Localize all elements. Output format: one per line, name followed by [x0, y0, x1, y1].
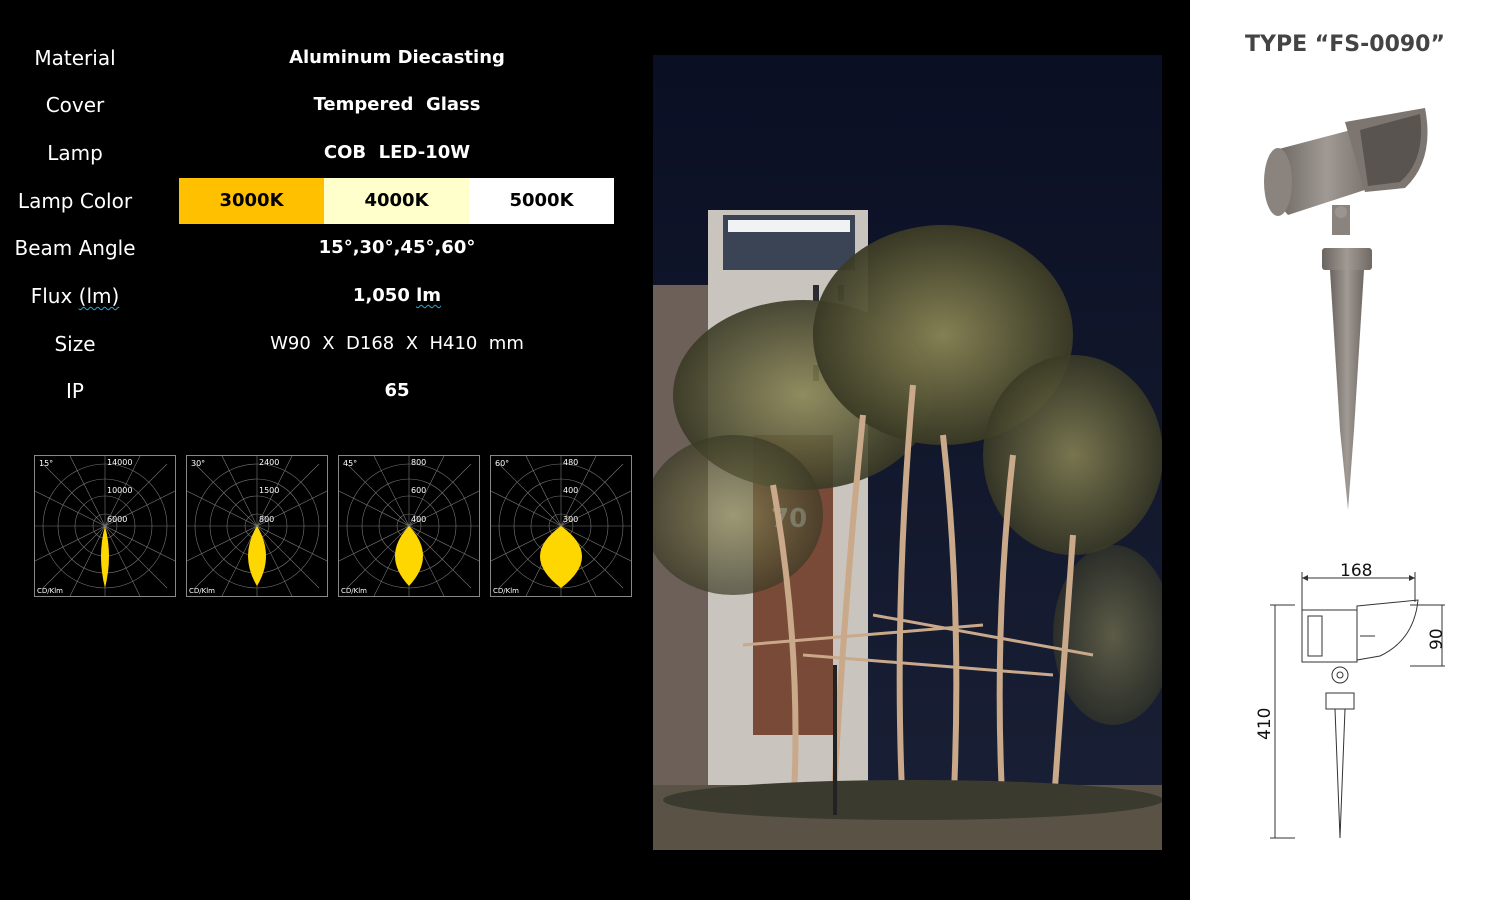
spec-label-flux: Flux (lm)	[0, 273, 150, 319]
spec-label-lamp: Lamp	[47, 141, 103, 165]
polar-tick: 10000	[107, 486, 132, 495]
spec-label-lamp-color: Lamp Color	[17, 189, 133, 213]
polar-tick: 800	[259, 515, 274, 524]
spec-row-flux: Flux (lm) 1,050 lm	[0, 273, 640, 319]
polar-tick: 2400	[259, 458, 279, 467]
polar-tick: 300	[563, 515, 578, 524]
flux-value-number: 1,050	[352, 285, 410, 306]
polar-tick: 600	[411, 486, 426, 495]
dimension-total-height: 410	[1255, 708, 1275, 740]
flux-value-unit: lm	[416, 285, 442, 306]
product-type-title: TYPE “FS-0090”	[1245, 32, 1445, 57]
spec-row-material: Material Aluminum Diecasting	[0, 35, 640, 81]
polar-tick: 14000	[107, 458, 132, 467]
spec-row-ip: IP 65	[0, 368, 640, 414]
spec-label-beam-angle: Beam Angle	[14, 236, 136, 260]
polar-tick: 480	[563, 458, 578, 467]
product-panel: TYPE “FS-0090” 168 90 410	[1190, 0, 1500, 900]
product-render	[1264, 108, 1428, 510]
polar-angle-label: 45°	[343, 459, 357, 468]
polar-tick: 800	[411, 458, 426, 467]
spec-value-cover: Tempered Glass	[313, 94, 481, 115]
polar-tick: 1500	[259, 486, 279, 495]
spec-row-beam-angle: Beam Angle 15°,30°,45°,60°	[0, 225, 640, 271]
spec-label-size: Size	[54, 332, 96, 356]
polar-chart-30: 30° 2400 1500 800 CD/Klm	[186, 455, 328, 597]
spec-value-size: W90 X D168 X H410 mm	[270, 333, 524, 354]
spec-row-cover: Cover Tempered Glass	[0, 82, 640, 128]
polar-tick: 6000	[107, 515, 127, 524]
dimension-head-height: 90	[1427, 628, 1447, 650]
spec-value-material: Aluminum Diecasting	[289, 47, 505, 68]
polar-angle-label: 15°	[39, 459, 53, 468]
spec-row-size: Size W90 X D168 X H410 mm	[0, 321, 640, 367]
spec-row-lamp-color: Lamp Color 3000K 4000K 5000K	[0, 178, 640, 224]
spec-label-cover: Cover	[45, 93, 105, 117]
dimension-drawing: 168 90 410	[1255, 561, 1447, 839]
polar-tick: 400	[411, 515, 426, 524]
polar-unit: CD/Klm	[189, 587, 215, 595]
polar-unit: CD/Klm	[341, 587, 367, 595]
spec-panel: Material Aluminum Diecasting Cover Tempe…	[0, 0, 1190, 900]
lamp-color-4000k: 4000K	[324, 178, 469, 224]
dimension-width: 168	[1340, 561, 1372, 581]
polar-chart-45: 45° 800 600 400 CD/Klm	[338, 455, 480, 597]
lamp-color-3000k: 3000K	[179, 178, 324, 224]
polar-unit: CD/Klm	[37, 587, 63, 595]
polar-angle-label: 30°	[191, 459, 205, 468]
polar-angle-label: 60°	[495, 459, 509, 468]
flux-label-text: Flux	[30, 284, 73, 308]
polar-chart-60: 60° 480 400 300 CD/Klm	[490, 455, 632, 597]
spec-value-ip: 65	[384, 380, 410, 401]
flux-label-unit: (lm)	[78, 284, 120, 308]
installation-photo: 70	[643, 55, 1173, 850]
spec-row-lamp: Lamp COB LED-10W	[0, 130, 640, 176]
spec-label-material: Material	[34, 46, 116, 70]
lamp-color-5000k: 5000K	[469, 178, 614, 224]
spec-value-lamp: COB LED-10W	[323, 142, 471, 163]
polar-unit: CD/Klm	[493, 587, 519, 595]
polar-chart-15: 15° 14000 10000 6000 CD/Klm	[34, 455, 176, 597]
spec-value-flux: 1,050 lm	[180, 273, 614, 319]
spec-label-ip: IP	[66, 379, 84, 403]
polar-tick: 400	[563, 486, 578, 495]
spec-value-beam-angle: 15°,30°,45°,60°	[318, 237, 476, 258]
